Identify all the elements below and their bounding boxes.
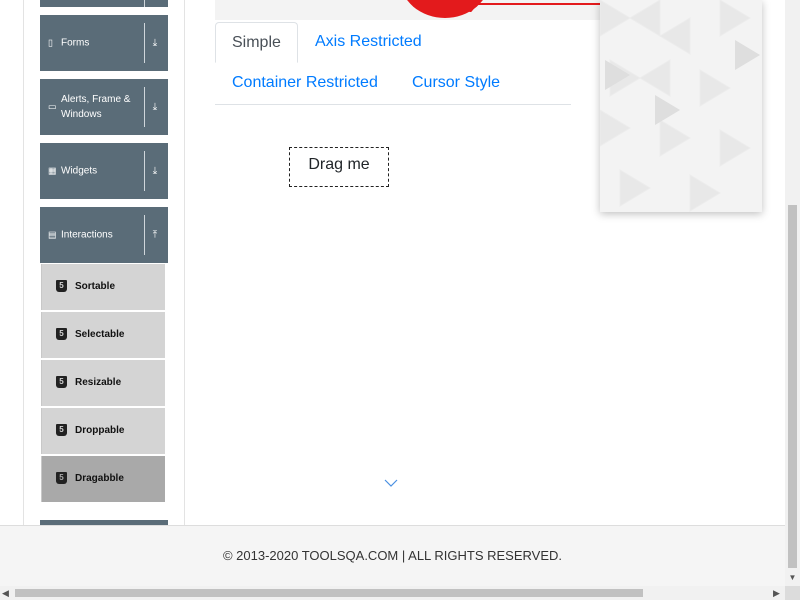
group-header-separator xyxy=(144,87,145,127)
tab-bar: Simple Axis Restricted Container Restric… xyxy=(215,22,571,105)
sidebar-item-resizable[interactable]: 5 Resizable xyxy=(41,360,165,406)
horizontal-scrollbar-thumb[interactable] xyxy=(15,589,643,597)
sidebar-item-dragabble[interactable]: 5 Dragabble xyxy=(41,456,165,502)
html5-icon: 5 xyxy=(56,376,67,388)
grid-icon: ▦ xyxy=(48,165,57,176)
left-panel: ▯ Forms ⤓ ▭ Alerts, Frame & Windows ⤓ ▦ … xyxy=(0,0,185,525)
expand-arrow-icon[interactable]: ⤓ xyxy=(148,166,162,177)
draggable-box[interactable]: Drag me xyxy=(289,147,389,187)
group-header-forms[interactable]: ▯ Forms ⤓ xyxy=(40,15,168,71)
banner-graphic-line xyxy=(469,3,600,12)
sidebar-item-label: Droppable xyxy=(75,425,125,436)
collapse-arrow-icon[interactable]: ⤒ xyxy=(148,230,162,241)
vertical-scrollbar[interactable]: ▼ xyxy=(785,0,800,586)
scroll-right-arrow-icon[interactable]: ▶ xyxy=(773,586,780,600)
tab-simple[interactable]: Simple xyxy=(215,22,298,63)
scroll-down-arrow-icon[interactable]: ▼ xyxy=(785,572,800,584)
html5-icon: 5 xyxy=(56,280,67,292)
window-icon: ▭ xyxy=(48,101,57,112)
group-header-label: Interactions xyxy=(61,229,113,241)
group-header-previous[interactable] xyxy=(40,0,168,7)
scroll-left-arrow-icon[interactable]: ◀ xyxy=(2,586,9,600)
top-banner-image xyxy=(215,0,600,20)
expand-arrow-icon[interactable]: ⤓ xyxy=(148,102,162,113)
expand-arrow-icon[interactable]: ⤓ xyxy=(148,38,162,49)
group-header-alerts-frame-windows[interactable]: ▭ Alerts, Frame & Windows ⤓ xyxy=(40,79,168,135)
document-icon: ▯ xyxy=(48,37,53,48)
group-header-separator xyxy=(144,151,145,191)
sidebar-item-selectable[interactable]: 5 Selectable xyxy=(41,312,165,358)
left-panel-border-right xyxy=(184,0,185,525)
scrollbar-corner xyxy=(785,586,800,600)
left-panel-border xyxy=(23,0,24,525)
group-header-label: Forms xyxy=(61,37,90,49)
vertical-scrollbar-thumb[interactable] xyxy=(788,205,797,568)
html5-icon: 5 xyxy=(56,328,67,340)
sidebar-item-label: Resizable xyxy=(75,377,122,388)
advertisement-panel[interactable] xyxy=(600,0,762,212)
group-header-widgets[interactable]: ▦ Widgets ⤓ xyxy=(40,143,168,199)
sidebar-item-label: Sortable xyxy=(75,281,116,292)
tab-axis-restricted[interactable]: Axis Restricted xyxy=(299,22,438,62)
chevron-down-icon[interactable] xyxy=(384,478,398,488)
page-footer: © 2013-2020 TOOLSQA.COM | ALL RIGHTS RES… xyxy=(0,525,785,586)
tab-container-restricted[interactable]: Container Restricted xyxy=(216,63,394,103)
list-icon: ▤ xyxy=(48,229,57,240)
group-header-separator xyxy=(144,215,145,255)
group-header-separator xyxy=(144,0,145,7)
footer-copyright: © 2013-2020 TOOLSQA.COM | ALL RIGHTS RES… xyxy=(222,548,563,563)
html5-icon: 5 xyxy=(56,472,67,484)
sidebar-item-label: Dragabble xyxy=(75,473,124,484)
tab-cursor-style[interactable]: Cursor Style xyxy=(396,63,516,103)
group-header-label: Widgets xyxy=(61,165,98,177)
group-header-separator xyxy=(144,23,145,63)
sidebar-item-sortable[interactable]: 5 Sortable xyxy=(41,264,165,310)
horizontal-scrollbar[interactable]: ◀ ▶ xyxy=(0,586,785,600)
group-header-label: Alerts, Frame & Windows xyxy=(61,94,131,120)
geometric-pattern-image xyxy=(600,0,762,212)
sidebar-item-label: Selectable xyxy=(75,329,125,340)
html5-icon: 5 xyxy=(56,424,67,436)
group-header-interactions[interactable]: ▤ Interactions ⤒ xyxy=(40,207,168,263)
sidebar-item-droppable[interactable]: 5 Droppable xyxy=(41,408,165,454)
